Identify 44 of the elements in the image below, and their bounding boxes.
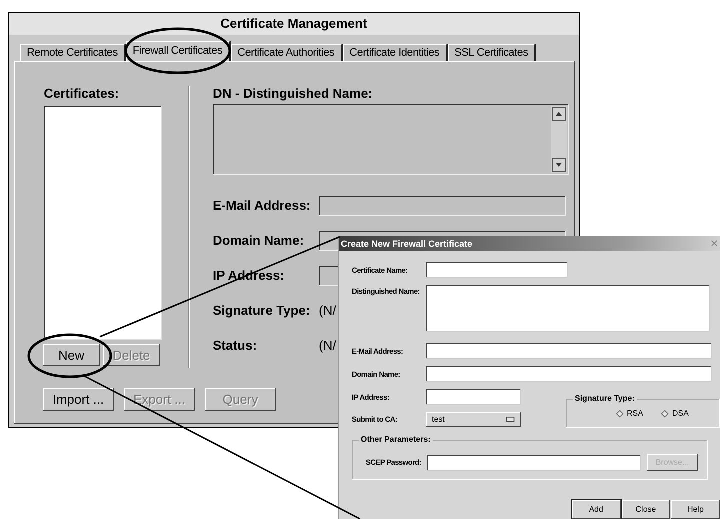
field-label: E-Mail Address:: [213, 198, 312, 213]
tab[interactable]: Firewall Certificates: [126, 41, 231, 61]
radio-label: RSA: [627, 409, 644, 418]
radio-option[interactable]: DSA: [661, 409, 689, 418]
text-field[interactable]: [426, 389, 521, 405]
dropdown[interactable]: test: [426, 412, 521, 427]
text-field[interactable]: [319, 196, 566, 216]
field-value: (N/: [319, 303, 336, 318]
list-button[interactable]: New: [43, 344, 100, 366]
field-label: Signature Type:: [213, 303, 312, 318]
text-field[interactable]: [426, 262, 568, 278]
dn-text-area[interactable]: [213, 104, 569, 175]
list-label: Certificates:: [44, 86, 120, 101]
dropdown-value: test: [432, 415, 445, 424]
tab[interactable]: SSL Certificates: [448, 44, 536, 61]
close-icon[interactable]: [711, 240, 718, 247]
dialog-title: Create New Firewall Certificate: [341, 238, 473, 248]
dropdown-icon: [506, 417, 515, 422]
window-title: Certificate Management: [9, 13, 579, 35]
field-value: (N/: [319, 338, 336, 353]
dialog-button[interactable]: Add: [572, 500, 621, 519]
dn-label: DN - Distinguished Name:: [213, 86, 374, 101]
group-legend: Other Parameters:: [359, 435, 433, 444]
group-legend: Signature Type:: [573, 394, 637, 403]
radio-icon[interactable]: [616, 410, 624, 418]
scroll-down-icon[interactable]: [552, 158, 566, 172]
radio-label: DSA: [672, 409, 689, 418]
scroll-up-icon[interactable]: [552, 107, 566, 121]
field-label: Domain Name:: [213, 233, 306, 248]
tab[interactable]: Remote Certificates: [20, 44, 126, 61]
tab[interactable]: Certificate Authorities: [230, 44, 343, 61]
text-field[interactable]: [426, 343, 712, 359]
field-label: Status:: [213, 338, 258, 353]
radio-icon[interactable]: [661, 410, 670, 418]
scrollbar[interactable]: [551, 106, 567, 173]
radio-option[interactable]: RSA: [616, 409, 644, 418]
text-field[interactable]: [426, 366, 712, 382]
password-field[interactable]: [427, 454, 641, 470]
certificate-list[interactable]: [44, 106, 162, 340]
tab[interactable]: Certificate Identities: [342, 44, 448, 61]
dialog-button[interactable]: Help: [671, 500, 720, 519]
dialog-button[interactable]: Close: [622, 500, 670, 519]
text-area[interactable]: [426, 285, 710, 332]
action-button[interactable]: Import ...: [43, 388, 114, 411]
